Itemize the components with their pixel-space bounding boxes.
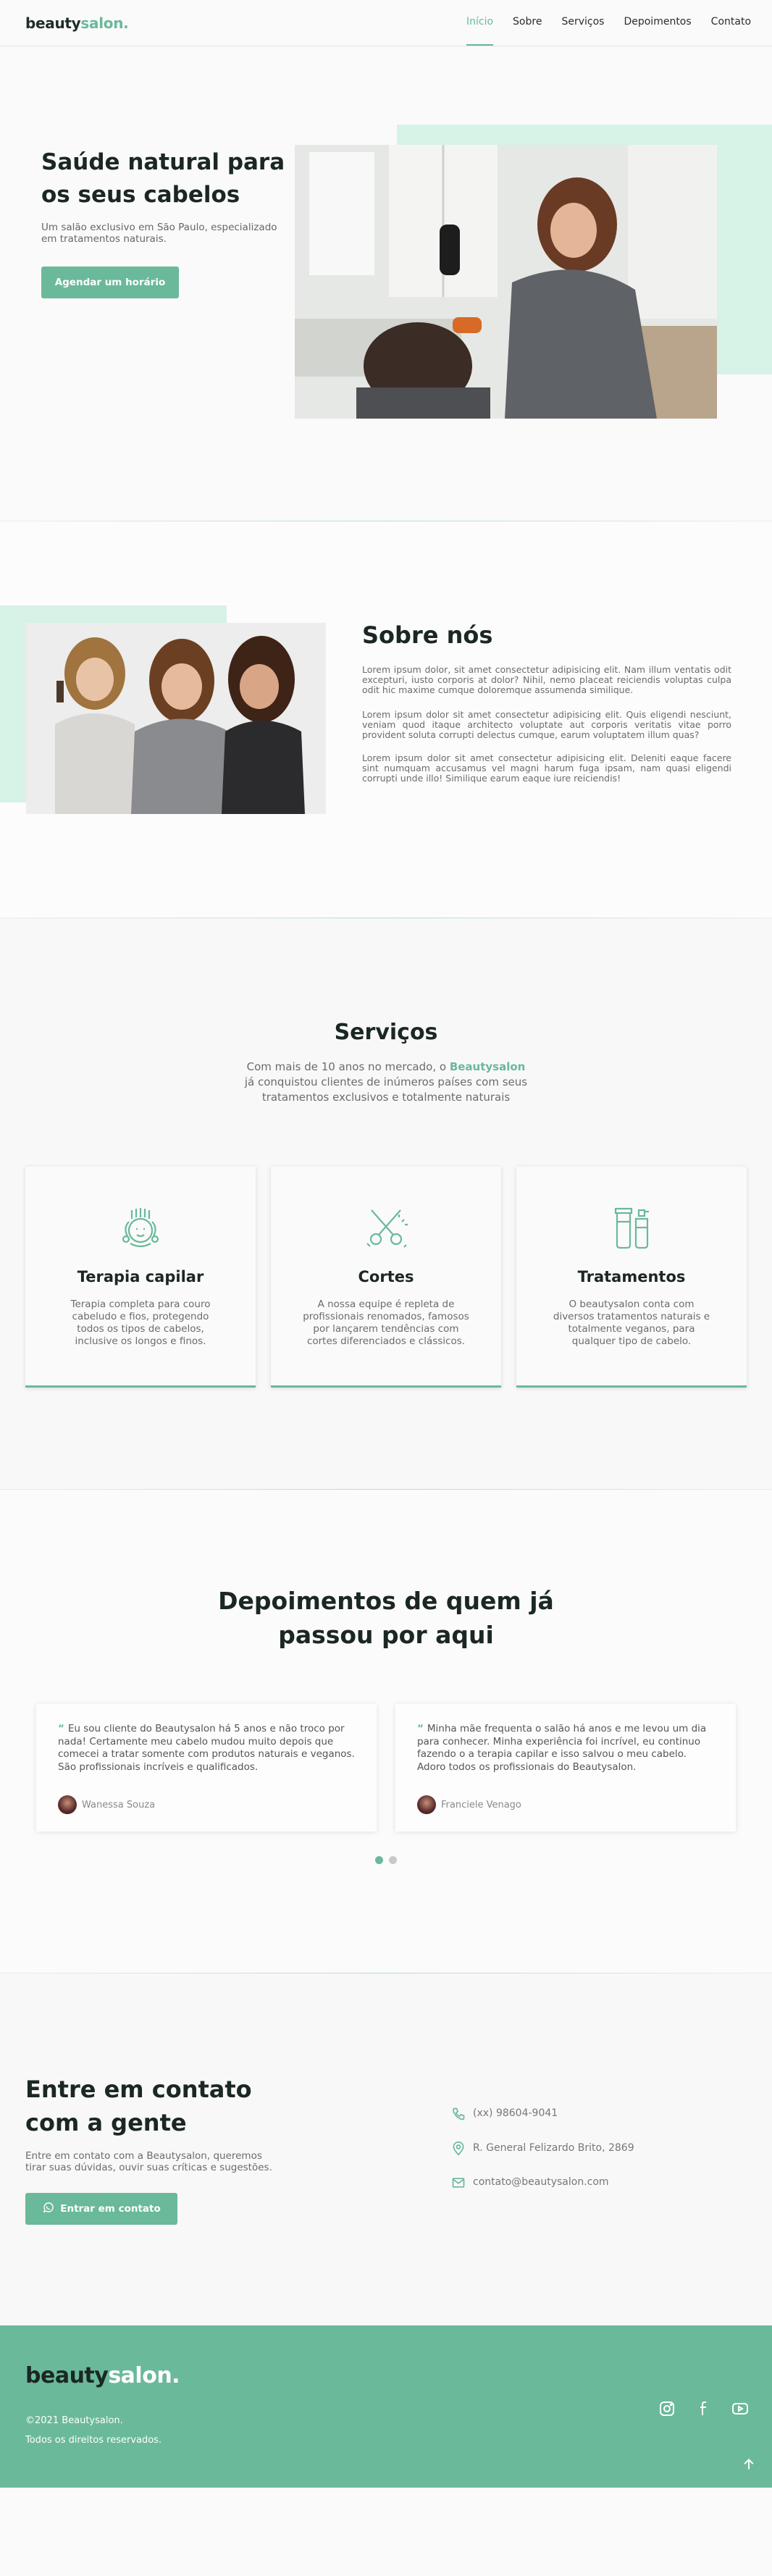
page-bottom: [0, 2488, 772, 2576]
service-card: Cortes A nossa equipe é repleta de profi…: [271, 1167, 501, 1388]
service-card-title: Tratamentos: [577, 1268, 686, 1285]
mail-icon: [452, 2178, 465, 2188]
about-team-photo: [26, 623, 326, 814]
home-salon-photo: [295, 145, 717, 419]
services-subtitle-post: já conquistou clientes de inúmeros paíse…: [244, 1075, 528, 1104]
facebook-icon[interactable]: [695, 2400, 713, 2417]
back-to-top-icon[interactable]: [742, 2457, 756, 2472]
contact-button-label: Entrar em contato: [60, 2203, 161, 2215]
home-title: Saúde natural para os seus cabelos: [41, 149, 285, 208]
site-footer: beautysalon. ©2021 Beautysalon. Todos os…: [0, 2325, 772, 2488]
contact-title: Entre em contato com a gente: [25, 2076, 252, 2136]
about-paragraph: Lorem ipsum dolor sit amet consectetur a…: [362, 709, 731, 741]
main-nav: Início Sobre Serviços Depoimentos Contat…: [466, 16, 771, 46]
nav-item-sobre[interactable]: Sobre: [513, 16, 542, 45]
pagination-dot[interactable]: [389, 1856, 397, 1864]
testimonials-title: Depoimentos de quem já passou por aqui: [0, 1584, 772, 1652]
testimonial-quote: “Eu sou cliente do Beautysalon há 5 anos…: [58, 1723, 355, 1774]
services-subtitle-brand: Beautysalon: [449, 1060, 526, 1073]
footer-logo-dark: beauty: [25, 2363, 109, 2388]
scissors-icon: [366, 1209, 408, 1248]
quote-icon: “: [417, 1723, 424, 1734]
service-card-description: A nossa equipe é repleta de profissionai…: [303, 1299, 469, 1347]
service-card-description: O beautysalon conta com diversos tratame…: [553, 1299, 710, 1347]
logo-accent: salon.: [80, 14, 129, 32]
nav-item-contato[interactable]: Contato: [711, 16, 751, 45]
testimonial-card: “Eu sou cliente do Beautysalon há 5 anos…: [36, 1704, 377, 1832]
logo[interactable]: beautysalon.: [25, 14, 129, 32]
testimonial-card: “Minha mãe frequenta o salão há anos e m…: [395, 1704, 736, 1832]
services-title: Serviços: [334, 1020, 438, 1045]
contact-email-text: contato@beautysalon.com: [473, 2176, 609, 2188]
footer-logo-accent: salon.: [108, 2363, 180, 2388]
contact-button[interactable]: Entrar em contato: [25, 2193, 177, 2225]
footer-rights: Todos os direitos reservados.: [25, 2435, 162, 2446]
footer-logo[interactable]: beautysalon.: [25, 2363, 180, 2388]
home-description: Um salão exclusivo em São Paulo, especia…: [41, 222, 277, 245]
service-card-description: Terapia completa para couro cabeludo e f…: [70, 1299, 211, 1347]
about-paragraph: Lorem ipsum dolor, sit amet consectetur …: [362, 664, 731, 696]
youtube-icon[interactable]: [731, 2400, 749, 2417]
hair-therapy-icon: [122, 1208, 159, 1248]
services-subtitle-pre: Com mais de 10 anos no mercado, o: [246, 1060, 450, 1073]
testimonial-pagination: [375, 1856, 403, 1864]
about-paragraph: Lorem ipsum dolor sit amet consectetur a…: [362, 752, 731, 784]
pagination-dot-active[interactable]: [375, 1856, 383, 1864]
page: beautysalon. Início Sobre Serviços Depoi…: [0, 0, 772, 2576]
testimonial-quote: “Minha mãe frequenta o salão há anos e m…: [417, 1723, 714, 1774]
testimonials-title-line: passou por aqui: [278, 1621, 494, 1649]
about-title: Sobre nós: [362, 621, 493, 649]
nav-item-inicio[interactable]: Início: [466, 16, 494, 46]
nav-item-servicos[interactable]: Serviços: [561, 16, 604, 45]
testimonial-text: Minha mãe frequenta o salão há anos e me…: [417, 1723, 707, 1773]
whatsapp-icon: [43, 2202, 54, 2213]
schedule-button[interactable]: Agendar um horário: [41, 267, 179, 298]
map-pin-icon: [453, 2141, 464, 2156]
products-icon: [614, 1207, 649, 1249]
contact-address-text: R. General Felizardo Brito, 2869: [473, 2142, 634, 2154]
site-header: beautysalon. Início Sobre Serviços Depoi…: [0, 0, 772, 46]
service-card-title: Terapia capilar: [77, 1268, 204, 1285]
quote-icon: “: [58, 1723, 64, 1734]
service-card-title: Cortes: [358, 1268, 414, 1285]
service-card: Tratamentos O beautysalon conta com dive…: [516, 1167, 747, 1388]
contact-description: Entre em contato com a Beautysalon, quer…: [25, 2150, 272, 2173]
testimonial-author: Franciele Venago: [441, 1800, 521, 1811]
nav-item-depoimentos[interactable]: Depoimentos: [624, 16, 691, 45]
contact-phone-text: (xx) 98604-9041: [473, 2107, 558, 2119]
testimonial-author: Wanessa Souza: [82, 1800, 156, 1811]
contact-section: [0, 1973, 772, 2325]
testimonial-text: Eu sou cliente do Beautysalon há 5 anos …: [58, 1723, 355, 1773]
service-card: Terapia capilar Terapia completa para co…: [25, 1167, 256, 1388]
instagram-icon[interactable]: [658, 2400, 676, 2417]
phone-icon: [453, 2107, 465, 2120]
services-subtitle: Com mais de 10 anos no mercado, o Beauty…: [241, 1060, 531, 1105]
avatar: [417, 1795, 436, 1814]
logo-dark: beauty: [25, 14, 81, 32]
footer-copyright: ©2021 Beautysalon.: [25, 2415, 123, 2426]
testimonials-title-line: Depoimentos de quem já: [218, 1587, 554, 1615]
avatar: [58, 1795, 77, 1814]
